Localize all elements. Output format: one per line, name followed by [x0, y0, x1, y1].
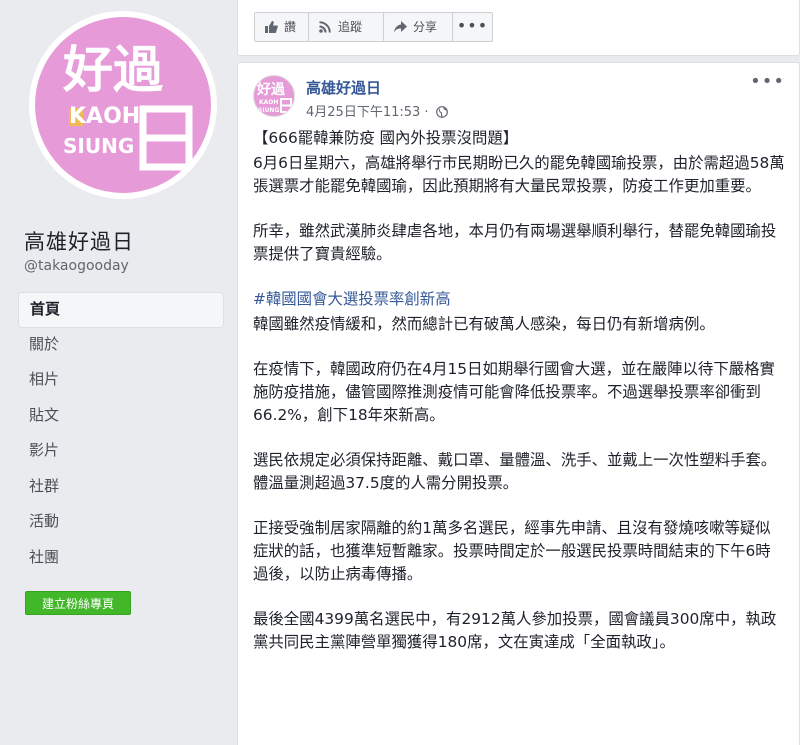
post-timestamp[interactable]: 4月25日下午11:53 ·	[306, 101, 448, 120]
nav-item-events[interactable]: 活動	[18, 505, 224, 541]
thumbs-up-icon	[265, 21, 278, 33]
share-button-label: 分享	[413, 20, 438, 34]
post-time-text: 4月25日下午11:53 ·	[306, 105, 429, 120]
post-paragraph: 正接受強制居家隔離的約1萬多名選民，經事先申請、且沒有發燒咳嗽等疑似症狀的話，也…	[253, 519, 771, 583]
nav-item-posts[interactable]: 貼文	[18, 399, 224, 435]
page-nav: 首頁 關於 相片 貼文 影片 社群 活動 社團	[18, 292, 224, 576]
svg-text:K: K	[69, 104, 87, 129]
share-arrow-icon	[394, 21, 407, 33]
page-sidebar: 好過 KAOH SIUNG K 高雄好過日 @takaogooday 首頁 關於…	[0, 0, 238, 745]
nav-item-community[interactable]: 社群	[18, 470, 224, 506]
svg-text:KAOH: KAOH	[259, 99, 278, 106]
page-profile-picture[interactable]: 好過 KAOH SIUNG K	[29, 11, 217, 199]
logo-graphic: 好過 KAOH SIUNG K	[62, 41, 193, 171]
like-button-label: 讚	[284, 20, 297, 34]
like-button[interactable]: 讚	[254, 12, 309, 42]
avatar-logo-icon: 好過 KAOH SIUNG	[256, 81, 292, 114]
post-body: 【666罷韓兼防疫 國內外投票沒問題】 6月6日星期六，高雄將舉行市民期盼已久的…	[253, 127, 786, 676]
post-paragraph: 所幸，雖然武漢肺炎肆虐各地，本月仍有兩場選舉順利舉行，替罷免韓國瑜投票提供了寶貴…	[253, 222, 777, 263]
globe-icon	[435, 106, 448, 118]
post-paragraph: 在疫情下，韓國政府仍在4月15日如期舉行國會大選，並在嚴陣以待下嚴格實施防疫措施…	[253, 360, 775, 424]
nav-item-home[interactable]: 首頁	[18, 292, 224, 328]
svg-text:好過: 好過	[256, 81, 286, 98]
create-page-button[interactable]: 建立粉絲專頁	[25, 591, 131, 615]
page-action-bar: 讚 追蹤 分享 •••	[237, 0, 800, 56]
page-title: 高雄好過日	[24, 230, 134, 254]
post-card: 好過 KAOH SIUNG 高雄好過日 4月25日下午11:53 · ••• 【…	[237, 62, 800, 745]
post-hashtag-link[interactable]: #韓國國會大選投票率創新高	[253, 288, 786, 311]
nav-item-photos[interactable]: 相片	[18, 363, 224, 399]
post-paragraph: 最後全國4399萬名選民中，有2912萬人參加投票，國會議員300席中，執政黨共…	[253, 610, 777, 651]
share-button[interactable]: 分享	[383, 12, 455, 42]
nav-item-groups[interactable]: 社團	[18, 541, 224, 577]
page-handle[interactable]: @takaogooday	[24, 258, 129, 274]
nav-item-videos[interactable]: 影片	[18, 434, 224, 470]
post-paragraph: 韓國雖然疫情緩和，然而總計已有破萬人感染，每日仍有新增病例。	[253, 315, 715, 333]
follow-button-label: 追蹤	[338, 20, 363, 34]
post-options-menu[interactable]: •••	[750, 71, 785, 92]
page-logo: 好過 KAOH SIUNG K	[35, 17, 211, 193]
nav-item-about[interactable]: 關於	[18, 328, 224, 364]
svg-text:SIUNG: SIUNG	[258, 107, 279, 114]
more-options-button[interactable]: •••	[452, 12, 493, 42]
logo-big-text: 好過	[62, 41, 164, 99]
follow-button[interactable]: 追蹤	[308, 12, 390, 42]
post-paragraph: 6月6日星期六，高雄將舉行市民期盼已久的罷免韓國瑜投票，由於需超過58萬張選票才…	[253, 154, 785, 195]
rss-icon	[319, 21, 331, 33]
post-author-name[interactable]: 高雄好過日	[306, 77, 381, 98]
post-author-avatar[interactable]: 好過 KAOH SIUNG	[253, 75, 295, 117]
post-paragraph: 選民依規定必須保持距離、戴口罩、量體溫、洗手、並戴上一次性塑料手套。體溫量測超過…	[253, 451, 777, 492]
logo-siung-text: SIUNG	[63, 134, 134, 158]
post-title: 【666罷韓兼防疫 國內外投票沒問題】	[253, 129, 519, 147]
